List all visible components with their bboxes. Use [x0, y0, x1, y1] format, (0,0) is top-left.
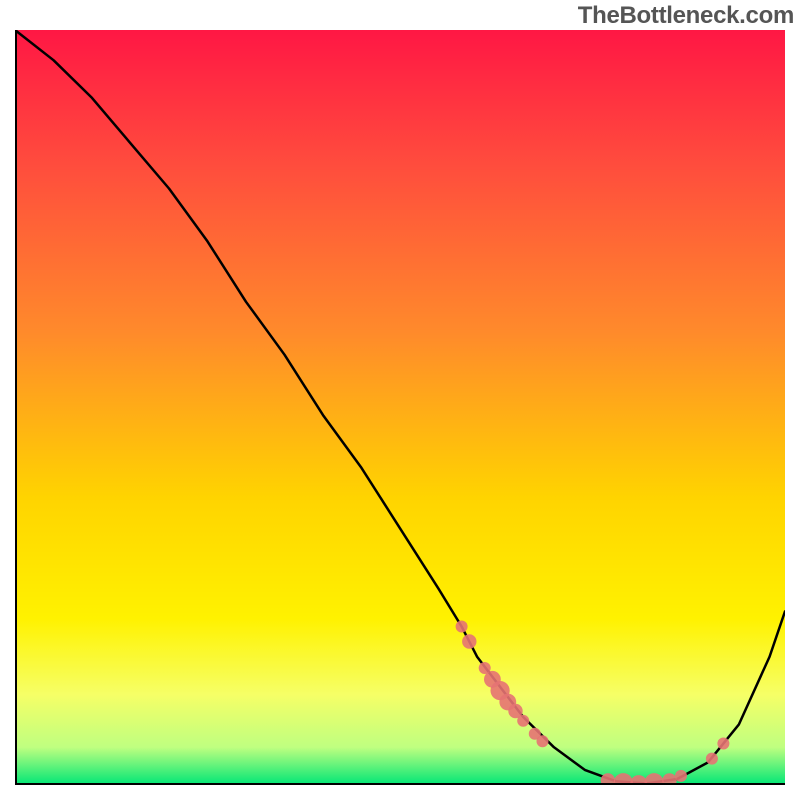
watermark-text: TheBottleneck.com [578, 2, 794, 30]
chart-container: TheBottleneck.com [0, 0, 800, 800]
axes-frame [15, 30, 785, 785]
plot-area [15, 30, 785, 785]
